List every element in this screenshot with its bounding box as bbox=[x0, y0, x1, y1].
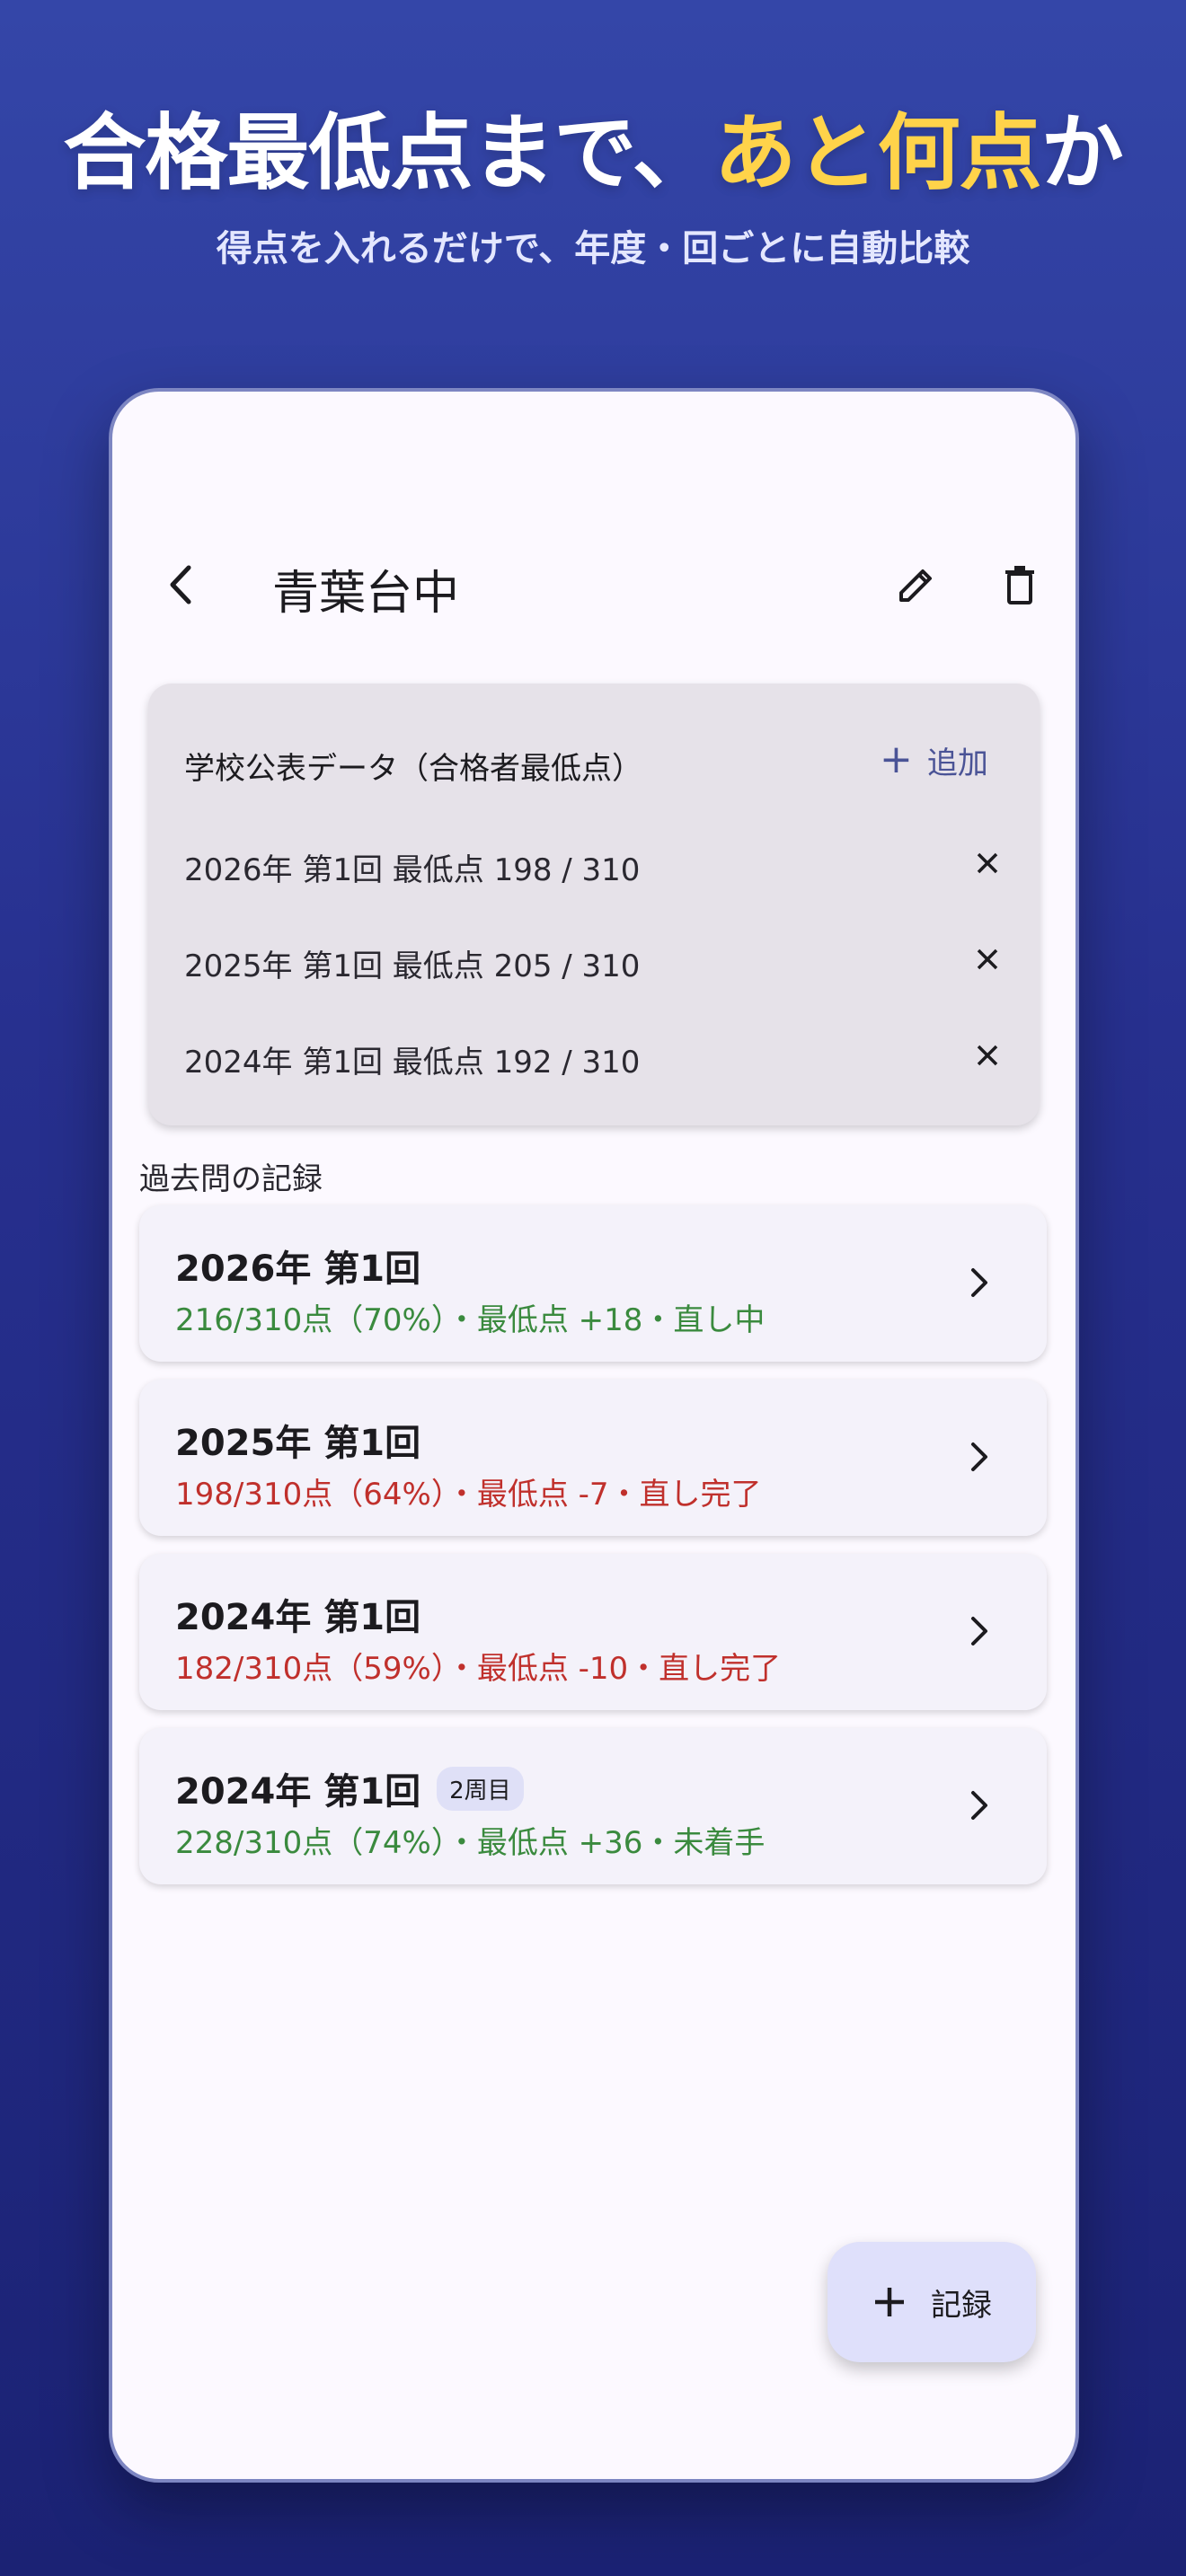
headline-highlight: あと何点 bbox=[713, 105, 1042, 201]
records-section-label: 過去問の記録 bbox=[139, 1161, 323, 1197]
record-title: 2024年 第1回 bbox=[175, 1588, 420, 1640]
record-summary: 216/310点（70%）・最低点 +18・直し中 bbox=[175, 1302, 766, 1338]
record-title-text: 2025年 第1回 bbox=[175, 1423, 421, 1464]
plus-icon: + bbox=[880, 737, 913, 782]
record-title: 2025年 第1回 bbox=[175, 1414, 420, 1466]
remove-row-button[interactable] bbox=[964, 1032, 1011, 1079]
public-data-card: 学校公表データ（合格者最低点） + 追加 2026年 第1回 最低点 198 /… bbox=[148, 684, 1040, 1125]
close-icon bbox=[977, 1045, 998, 1066]
record-title-text: 2026年 第1回 bbox=[175, 1248, 421, 1290]
round-badge: 2周目 bbox=[437, 1766, 524, 1811]
chevron-right-icon bbox=[952, 1778, 1006, 1832]
add-public-data-button[interactable]: + 追加 bbox=[858, 730, 1010, 790]
headline-prefix: 合格最低点まで、 bbox=[63, 105, 714, 201]
close-icon bbox=[977, 948, 998, 970]
plus-icon bbox=[875, 2288, 904, 2316]
public-data-row: 2026年 第1回 最低点 198 / 310 bbox=[184, 836, 1011, 890]
public-data-title: 学校公表データ（合格者最低点） bbox=[184, 751, 642, 787]
back-arrow-icon bbox=[170, 565, 191, 604]
record-title-text: 2024年 第1回 bbox=[175, 1597, 421, 1638]
public-data-row: 2024年 第1回 最低点 192 / 310 bbox=[184, 1028, 1011, 1082]
record-title-text: 2024年 第1回 bbox=[175, 1771, 421, 1813]
page-title: 青葉台中 bbox=[272, 567, 460, 621]
record-title: 2024年 第1回 2周目 bbox=[175, 1762, 524, 1814]
record-summary: 182/310点（59%）・最低点 -10・直し完了 bbox=[175, 1651, 782, 1687]
record-summary: 198/310点（64%）・最低点 -7・直し完了 bbox=[175, 1477, 762, 1513]
remove-row-button[interactable] bbox=[964, 840, 1011, 887]
public-data-row-text: 2026年 第1回 最低点 198 / 310 bbox=[184, 852, 641, 888]
headline-suffix: か bbox=[1040, 105, 1124, 201]
public-data-row-text: 2024年 第1回 最低点 192 / 310 bbox=[184, 1045, 641, 1081]
pencil-icon bbox=[899, 569, 932, 602]
chevron-right-icon bbox=[952, 1256, 1006, 1310]
close-icon bbox=[977, 852, 998, 874]
remove-row-button[interactable] bbox=[964, 936, 1011, 983]
record-summary: 228/310点（74%）・最低点 +36・未着手 bbox=[175, 1825, 766, 1861]
record-title: 2026年 第1回 bbox=[175, 1239, 420, 1292]
back-button[interactable] bbox=[150, 553, 213, 616]
public-data-row: 2025年 第1回 最低点 205 / 310 bbox=[184, 932, 1011, 986]
edit-button[interactable] bbox=[885, 553, 948, 616]
public-data-row-text: 2025年 第1回 最低点 205 / 310 bbox=[184, 948, 641, 984]
promo-headline: 合格最低点まで、あと何点か bbox=[0, 86, 1186, 206]
chevron-right-icon bbox=[952, 1604, 1006, 1658]
add-button-label: 追加 bbox=[926, 745, 988, 781]
trash-icon bbox=[1005, 566, 1034, 604]
fab-label: 記録 bbox=[931, 2287, 992, 2324]
add-record-fab[interactable]: 記録 bbox=[828, 2242, 1036, 2362]
phone-screen: 青葉台中 学校公表データ（合格者最低点） + 追加 2026年 第1回 最低点 … bbox=[109, 388, 1079, 2483]
record-card[interactable]: 2024年 第1回 2周目 228/310点（74%）・最低点 +36・未着手 bbox=[139, 1728, 1047, 1884]
record-card[interactable]: 2026年 第1回 216/310点（70%）・最低点 +18・直し中 bbox=[139, 1205, 1047, 1362]
promo-subheadline: 得点を入れるだけで、年度・回ごとに自動比較 bbox=[216, 228, 970, 269]
record-card[interactable]: 2024年 第1回 182/310点（59%）・最低点 -10・直し完了 bbox=[139, 1554, 1047, 1710]
record-card[interactable]: 2025年 第1回 198/310点（64%）・最低点 -7・直し完了 bbox=[139, 1380, 1047, 1536]
delete-button[interactable] bbox=[988, 553, 1051, 616]
chevron-right-icon bbox=[952, 1430, 1006, 1484]
